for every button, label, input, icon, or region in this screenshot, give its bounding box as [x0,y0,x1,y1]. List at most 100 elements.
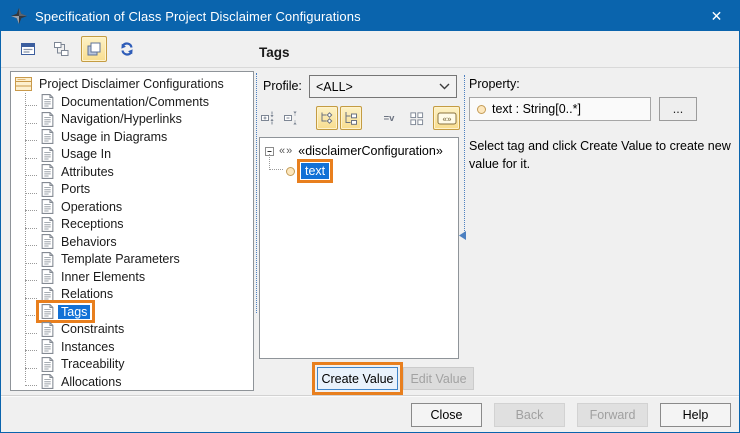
tree-connector [25,255,37,264]
forward-button: Forward [577,403,648,427]
default-value-icon[interactable]: =v [378,106,400,130]
profile-selected-value: <ALL> [316,80,353,94]
tree-connector [25,342,37,351]
tree-item[interactable]: Usage In [11,146,253,164]
tag-node[interactable]: text [286,163,329,179]
tree-connector [25,290,37,299]
tree-root-item[interactable]: Project Disclaimer Configurations [11,75,253,93]
tree-connector [25,307,37,316]
left-tree-items: Documentation/Comments Navigation/Hyperl… [11,93,253,391]
tree-connector [25,272,37,281]
tree-item-label: Constraints [58,322,127,336]
page-title: Tags [259,45,290,60]
close-button[interactable]: Close [411,403,482,427]
document-icon [41,199,54,214]
help-button[interactable]: Help [660,403,731,427]
tree-item[interactable]: Operations [11,198,253,216]
document-icon [41,322,54,337]
hint-text: Select tag and click Create Value to cre… [469,137,740,173]
stereotype-node[interactable]: «» «disclaimerConfiguration» [265,144,443,158]
properties-table-icon[interactable] [15,36,41,62]
tree-item[interactable]: Template Parameters [11,251,253,269]
tag-icon [477,105,486,114]
profile-label: Profile: [263,79,302,93]
expand-all-icon[interactable] [257,106,279,130]
document-icon [41,357,54,372]
tree-item-label: Template Parameters [58,252,183,266]
document-icon [41,304,54,319]
browse-property-button[interactable]: ... [659,97,697,121]
tree-item[interactable]: Attributes [11,163,253,181]
tree-item-label: Ports [58,182,93,196]
tree-connector [25,97,37,106]
profile-select[interactable]: <ALL> [309,75,457,98]
document-icon [41,234,54,249]
tree-item[interactable]: Traceability [11,356,253,374]
tree-connector [25,150,37,159]
document-icon [41,112,54,127]
class-icon [15,77,32,91]
create-value-button[interactable]: Create Value [317,367,398,390]
grid-view-icon[interactable] [405,106,427,130]
tree-item[interactable]: Navigation/Hyperlinks [11,111,253,129]
grouped-pages-icon[interactable] [81,36,107,62]
splitter-collapse-icon[interactable] [459,231,466,240]
tree-connector [25,185,37,194]
group-by-hierarchy-icon[interactable] [340,106,362,130]
document-icon [41,252,54,267]
tree-guide-line [25,93,26,382]
collapse-all-icon[interactable] [280,106,302,130]
document-icon [41,339,54,354]
tree-item-label: Instances [58,340,118,354]
tree-item-label: Tags [58,305,90,319]
property-label: Property: [469,77,520,91]
tree-item[interactable]: Tags [11,303,253,321]
show-stereotype-icon[interactable]: «» [433,106,460,130]
document-icon [41,217,54,232]
tree-item-label: Inner Elements [58,270,148,284]
left-tree: Project Disclaimer Configurations Docume… [11,72,253,391]
tree-item-label: Allocations [58,375,124,389]
tree-connector [25,167,37,176]
tree-connector [269,154,283,170]
document-icon [41,287,54,302]
tree-item-label: Usage In [58,147,114,161]
tree-item[interactable]: Inner Elements [11,268,253,286]
document-icon [41,182,54,197]
edit-value-button: Edit Value [403,367,474,390]
tag-tree-panel: «» «disclaimerConfiguration» text [259,137,459,359]
tree-item[interactable]: Behaviors [11,233,253,251]
structure-tree-icon[interactable] [48,36,74,62]
group-by-diamond-tree-icon[interactable] [316,106,338,130]
tree-item-label: Operations [58,200,125,214]
tree-connector [25,132,37,141]
document-icon [41,94,54,109]
tree-item[interactable]: Usage in Diagrams [11,128,253,146]
tree-connector [25,115,37,124]
window-title: Specification of Class Project Disclaime… [35,9,361,24]
tree-connector [25,202,37,211]
refresh-icon[interactable] [114,36,140,62]
tree-connector [25,377,37,386]
bottom-separator [1,395,739,397]
tags-toolbar: =v «» [257,105,460,131]
magicdraw-logo-icon [11,8,27,24]
back-button: Back [494,403,565,427]
document-icon [41,129,54,144]
tree-item[interactable]: Documentation/Comments [11,93,253,111]
tree-item[interactable]: Constraints [11,321,253,339]
close-window-button[interactable]: ✕ [694,1,739,31]
tree-item[interactable]: Relations [11,286,253,304]
tree-item[interactable]: Allocations [11,373,253,391]
tag-node-label: text [301,163,329,179]
tree-item[interactable]: Ports [11,181,253,199]
tree-item-label: Traceability [58,357,127,371]
dialog-button-row: Close Back Forward Help [1,403,731,427]
document-icon [41,147,54,162]
document-icon [41,374,54,389]
tree-item-label: Behaviors [58,235,120,249]
tree-item[interactable]: Instances [11,338,253,356]
tag-icon [286,167,295,176]
tree-connector [25,325,37,334]
tree-item[interactable]: Receptions [11,216,253,234]
